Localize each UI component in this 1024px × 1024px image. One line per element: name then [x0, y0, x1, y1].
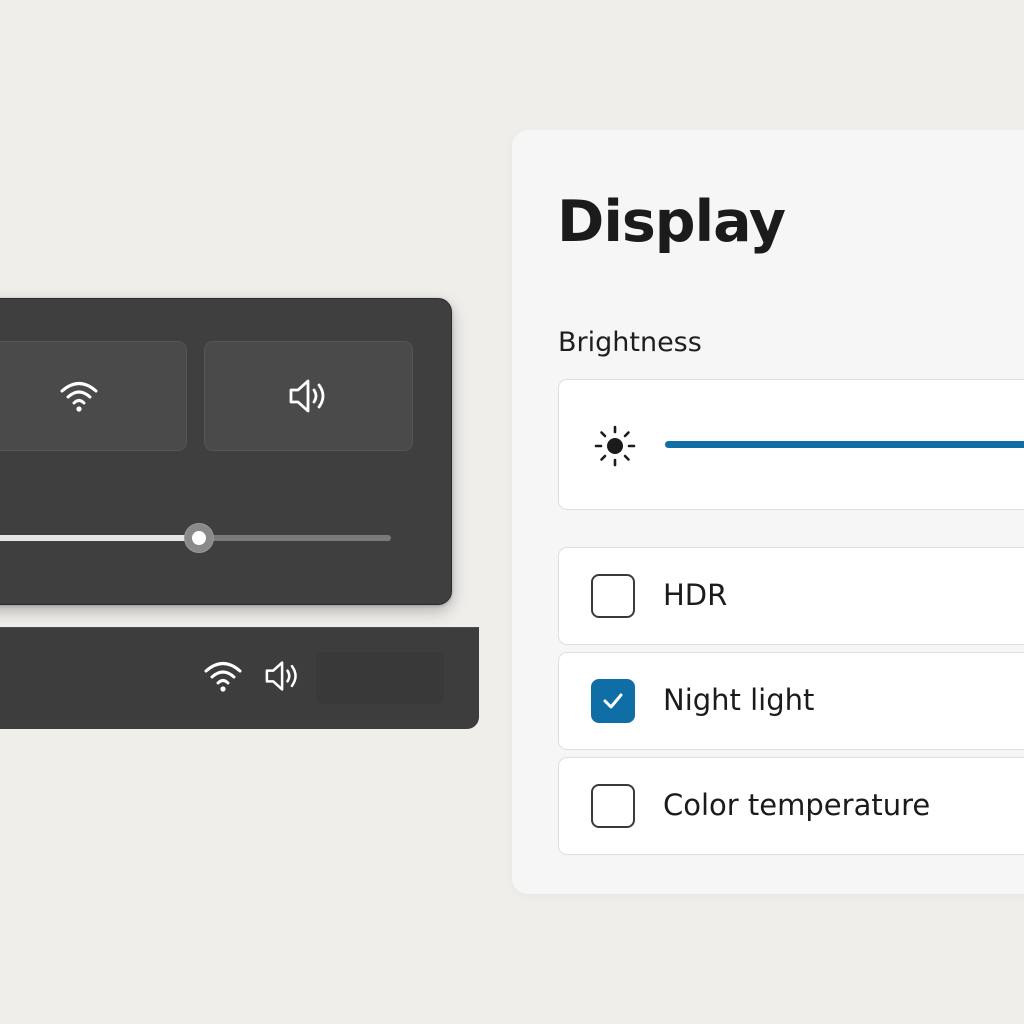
wifi-icon — [59, 379, 99, 413]
tray-wifi-button[interactable] — [202, 656, 244, 700]
desktop: Display Brightness HDR Night light Color… — [0, 0, 1024, 1024]
quick-settings-flyout — [0, 298, 452, 605]
option-night-light[interactable]: Night light — [558, 652, 1024, 750]
brightness-slider[interactable] — [665, 430, 1024, 460]
volume-icon — [287, 377, 331, 415]
brightness-slider-fill — [665, 441, 1024, 448]
hdr-label: HDR — [663, 578, 728, 612]
page-title: Display — [557, 189, 786, 255]
volume-icon — [263, 659, 303, 697]
volume-slider-fill — [0, 535, 199, 541]
color-temperature-checkbox[interactable] — [591, 784, 635, 828]
display-settings-panel: Display Brightness HDR Night light Color… — [512, 130, 1024, 894]
checkmark-icon — [603, 693, 623, 709]
brightness-card — [558, 379, 1024, 510]
wifi-toggle-tile[interactable] — [0, 341, 187, 451]
night-light-checkbox[interactable] — [591, 679, 635, 723]
night-light-label: Night light — [663, 683, 815, 717]
option-color-temperature[interactable]: Color temperature — [558, 757, 1024, 855]
sun-icon — [593, 424, 637, 468]
hdr-checkbox[interactable] — [591, 574, 635, 618]
option-hdr[interactable]: HDR — [558, 547, 1024, 645]
wifi-icon — [203, 659, 243, 697]
tray-clock-area[interactable] — [316, 652, 444, 704]
tray-volume-button[interactable] — [262, 656, 304, 700]
volume-slider[interactable] — [0, 523, 391, 553]
taskbar — [0, 627, 479, 729]
brightness-label: Brightness — [558, 327, 702, 358]
color-temperature-label: Color temperature — [663, 788, 931, 822]
volume-slider-thumb[interactable] — [184, 523, 214, 553]
volume-toggle-tile[interactable] — [204, 341, 413, 451]
